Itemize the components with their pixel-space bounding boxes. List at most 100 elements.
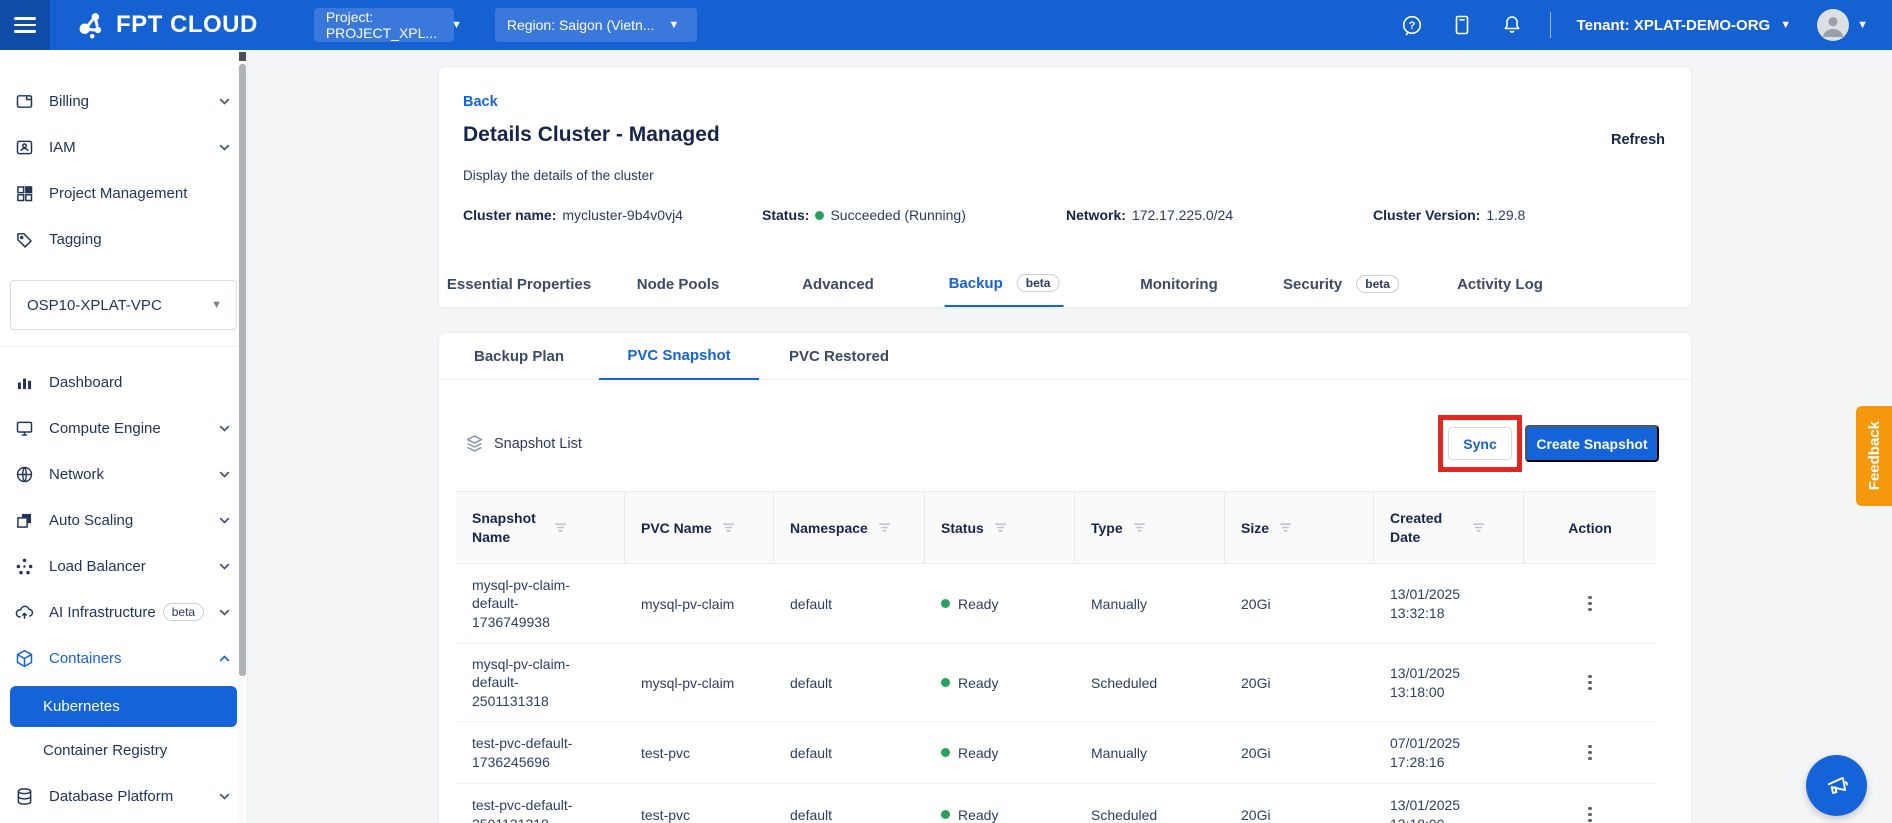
scrollbar-arrow[interactable] <box>239 52 246 61</box>
tab-advanced[interactable]: Advanced <box>798 261 878 307</box>
cell-namespace: default <box>790 595 833 612</box>
project-select-value: Project: PROJECT_XPL... <box>325 9 438 41</box>
feedback-label: Feedback <box>1865 421 1883 491</box>
cell-action <box>1524 739 1656 767</box>
filter-icon[interactable] <box>1132 520 1147 535</box>
logo-text: FPT CLOUD <box>116 11 258 38</box>
sidebar-item-label: Database Platform <box>49 787 174 805</box>
cell-pvc-name: mysql-pv-claim <box>641 595 735 612</box>
filter-icon[interactable] <box>721 520 736 535</box>
tab-activity-log[interactable]: Activity Log <box>1453 261 1547 307</box>
pvc-snapshot-card: Backup Plan PVC Snapshot PVC Restored Sn… <box>438 332 1692 823</box>
sidebar-item-containers[interactable]: Containers <box>0 635 247 681</box>
sidebar-item-container-registry[interactable]: Container Registry <box>0 727 247 773</box>
tenant-menu[interactable]: Tenant: XPLAT-DEMO-ORG ▼ <box>1577 17 1792 34</box>
tab-security[interactable]: Security beta <box>1279 261 1403 307</box>
region-select[interactable]: Region: Saigon (Vietn... ▼ <box>494 8 697 42</box>
page-subtitle: Display the details of the cluster <box>463 168 654 183</box>
sidebar-item-project-management[interactable]: Project Management <box>0 170 247 216</box>
sidebar-item-dashboard[interactable]: Dashboard <box>0 359 247 405</box>
table-row: mysql-pv-claim- default- 1736749938 mysq… <box>456 564 1656 644</box>
cell-status: Ready <box>925 596 1075 612</box>
subtab-pvc-snapshot[interactable]: PVC Snapshot <box>599 333 759 380</box>
sidebar-scrollbar[interactable] <box>238 50 247 823</box>
tab-backup[interactable]: Backup beta <box>944 261 1064 307</box>
auto-scaling-icon <box>17 513 32 528</box>
sidebar-item-compute-engine[interactable]: Compute Engine <box>0 405 247 451</box>
refresh-button[interactable]: Refresh <box>1611 132 1665 148</box>
cell-action <box>1524 590 1656 618</box>
layers-icon <box>466 435 483 452</box>
sidebar-item-tagging[interactable]: Tagging <box>0 216 247 262</box>
scrollbar-thumb[interactable] <box>239 64 246 676</box>
info-value: mycluster-9b4v0vj4 <box>562 207 683 223</box>
subtab-pvc-restored[interactable]: PVC Restored <box>759 333 919 380</box>
dashboard-icon <box>17 378 32 389</box>
tab-essential-properties[interactable]: Essential Properties <box>443 261 595 307</box>
cell-size: 20Gi <box>1241 595 1271 612</box>
status-green-dot <box>941 810 950 819</box>
page-title: Details Cluster - Managed <box>463 123 720 146</box>
back-link[interactable]: Back <box>463 94 498 110</box>
chevron-down-icon: ▼ <box>1780 19 1792 31</box>
filter-icon[interactable] <box>1278 520 1293 535</box>
cell-type: Scheduled <box>1091 806 1158 823</box>
hamburger-menu-button[interactable] <box>0 0 50 50</box>
sidebar-item-network[interactable]: Network <box>0 451 247 497</box>
sidebar-item-label: Load Balancer <box>49 557 146 575</box>
load-balancer-icon <box>16 558 33 574</box>
status-green-dot <box>941 748 950 757</box>
filter-icon[interactable] <box>553 520 568 535</box>
subtab-label: Backup Plan <box>473 348 565 365</box>
column-label: Action <box>1568 519 1612 536</box>
notifications-bell-icon[interactable] <box>1500 13 1524 37</box>
sidebar-item-label: Tagging <box>49 230 102 248</box>
column-label: Size <box>1241 519 1270 536</box>
info-value: 1.29.8 <box>1486 207 1526 223</box>
network-globe-icon <box>16 466 33 482</box>
cluster-tabs: Essential Properties Node Pools Advanced… <box>439 262 1691 308</box>
documentation-icon[interactable] <box>1450 13 1474 37</box>
announcement-fab[interactable] <box>1806 755 1867 816</box>
snapshot-table: Snapshot Name PVC Name Namespace Status … <box>456 491 1656 823</box>
project-management-icon <box>17 185 33 201</box>
row-actions-kebab-icon[interactable] <box>1582 590 1598 618</box>
tab-monitoring[interactable]: Monitoring <box>1136 261 1221 307</box>
create-snapshot-button[interactable]: Create Snapshot <box>1525 425 1659 462</box>
sync-button[interactable]: Sync <box>1448 427 1512 460</box>
filter-icon[interactable] <box>993 520 1008 535</box>
cell-snapshot-name: test-pvc-default- 1736245696 <box>472 735 573 770</box>
column-header-created-date: Created Date <box>1374 492 1524 563</box>
sidebar-item-label: Kubernetes <box>43 698 120 715</box>
section-title-label: Snapshot List <box>494 435 582 452</box>
sidebar-divider <box>0 346 247 347</box>
sidebar-item-iam[interactable]: IAM <box>0 124 247 170</box>
user-menu[interactable]: ▼ <box>1817 9 1868 41</box>
row-actions-kebab-icon[interactable] <box>1582 669 1598 697</box>
filter-icon[interactable] <box>1471 520 1486 535</box>
tab-node-pools[interactable]: Node Pools <box>633 261 724 307</box>
column-label: Snapshot Name <box>472 509 536 545</box>
cell-namespace: default <box>790 806 833 823</box>
billing-icon <box>16 94 33 108</box>
cell-created-date: 13/01/2025 13:18:00 <box>1390 797 1461 823</box>
sidebar-item-kubernetes-selected[interactable]: Kubernetes <box>10 686 237 727</box>
feedback-tab[interactable]: Feedback <box>1856 406 1892 506</box>
support-help-icon[interactable]: ? <box>1400 13 1424 37</box>
sync-highlight-box: Sync <box>1438 415 1522 472</box>
sidebar-item-auto-scaling[interactable]: Auto Scaling <box>0 497 247 543</box>
sidebar-item-ai-infrastructure[interactable]: AI Infrastructure beta <box>0 589 247 635</box>
tab-label: Advanced <box>802 275 874 293</box>
subtab-backup-plan[interactable]: Backup Plan <box>439 333 599 380</box>
vpc-select[interactable]: OSP10-XPLAT-VPC ▼ <box>10 280 237 330</box>
sidebar-item-database-platform[interactable]: Database Platform <box>0 773 247 819</box>
row-actions-kebab-icon[interactable] <box>1582 739 1598 767</box>
filter-icon[interactable] <box>877 520 892 535</box>
cell-action <box>1524 669 1656 697</box>
row-actions-kebab-icon[interactable] <box>1582 801 1598 823</box>
column-label: Type <box>1091 519 1123 536</box>
sidebar-item-billing[interactable]: Billing <box>0 78 247 124</box>
project-select[interactable]: Project: PROJECT_XPL... ▼ <box>313 8 462 42</box>
sidebar-item-load-balancer[interactable]: Load Balancer <box>0 543 247 589</box>
chevron-down-icon: ▼ <box>1857 19 1868 31</box>
